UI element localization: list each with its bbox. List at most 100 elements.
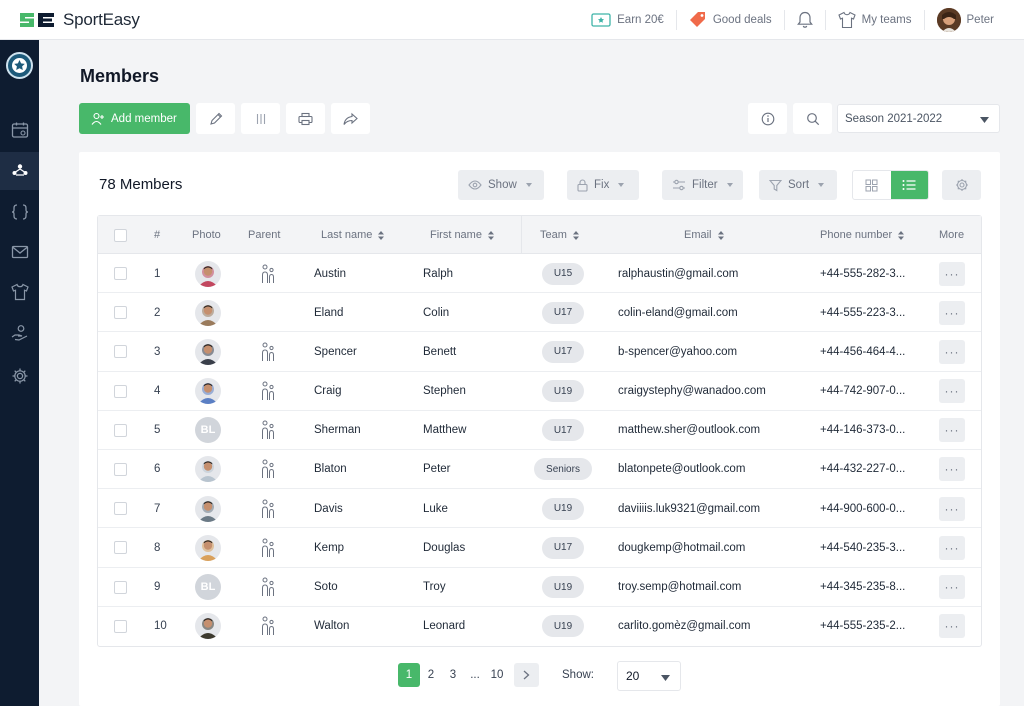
page-title: Members (80, 66, 160, 86)
edit-button[interactable] (196, 103, 235, 134)
row-checkbox[interactable] (114, 450, 127, 489)
more-options-button[interactable]: ··· (939, 379, 965, 404)
row-checkbox[interactable] (114, 332, 127, 371)
user-menu[interactable]: Peter (925, 8, 1007, 32)
row-phone: +44-742-907-0... (820, 385, 906, 398)
more-options-button[interactable]: ··· (939, 418, 965, 443)
info-button[interactable] (748, 103, 787, 134)
row-photo (195, 332, 221, 371)
my-teams-link[interactable]: My teams (826, 10, 925, 30)
club-logo[interactable] (6, 52, 33, 79)
more-options-button[interactable]: ··· (939, 339, 965, 364)
row-checkbox[interactable] (114, 607, 127, 646)
more-options-button[interactable]: ··· (939, 575, 965, 599)
page-button[interactable]: 2 (420, 663, 442, 687)
team-badge: U19 (541, 615, 585, 638)
gear-icon (955, 179, 968, 191)
row-checkbox[interactable] (114, 293, 127, 332)
table-row[interactable]: 3 Spencer Benett U17 b-spencer@yahoo.com +44-… (98, 332, 981, 372)
row-last-name: Eland (314, 306, 344, 319)
table-row[interactable]: 1 Austin Ralph U15 ralphaustin@gmail.com +44-… (98, 254, 981, 294)
sidebar-item-settings[interactable] (0, 357, 39, 395)
table-row[interactable]: 8 Kemp Douglas U17 dougkemp@hotmail.com +44-5… (98, 528, 981, 568)
col-last-name[interactable]: Last name (321, 216, 385, 254)
team-badge: U17 (541, 419, 585, 442)
show-label: Show (488, 179, 517, 191)
season-select[interactable]: Season 2021-2022 (837, 104, 1000, 133)
row-checkbox[interactable] (114, 528, 127, 567)
select-all-checkbox[interactable] (114, 216, 127, 254)
add-member-button[interactable]: Add member (79, 103, 190, 134)
page-button[interactable]: 1 (398, 663, 420, 687)
good-deals-link[interactable]: Good deals (677, 10, 785, 30)
table-row[interactable]: 4 Craig Stephen U19 craigystephy@wanadoo.com… (98, 372, 981, 411)
sort-dropdown[interactable]: Sort (759, 170, 837, 200)
row-team: U17 (534, 293, 592, 332)
row-more: ··· (939, 528, 965, 567)
table-row[interactable]: 2 Eland Colin U17 colin-eland@gmail.com +44-5… (98, 293, 981, 333)
row-checkbox[interactable] (114, 411, 127, 450)
row-team: U17 (534, 411, 592, 450)
more-options-button[interactable]: ··· (939, 496, 965, 521)
team-badge: U19 (541, 497, 585, 520)
good-deals-label: Good deals (712, 14, 772, 26)
grid-view-button[interactable] (853, 171, 891, 199)
row-parent (261, 411, 275, 450)
columns-button[interactable] (241, 103, 280, 134)
table-settings-button[interactable] (942, 170, 981, 200)
search-button[interactable] (793, 103, 832, 134)
parent-icon (261, 264, 275, 284)
table-row[interactable]: 7 Davis Luke U19 daviiiis.luk9321@gmail.com +… (98, 489, 981, 529)
row-email: dougkemp@hotmail.com (618, 541, 746, 554)
row-phone: +44-900-600-0... (820, 502, 906, 515)
col-team[interactable]: Team (540, 216, 579, 254)
table-row[interactable]: 5 BL Sherman Matthew U17 matthew.sher@outlook… (98, 411, 981, 450)
earn-link[interactable]: Earn 20€ (579, 10, 677, 30)
avatar (195, 299, 221, 326)
logo[interactable]: SportEasy (18, 10, 140, 30)
page-button[interactable]: 3 (442, 663, 464, 687)
sidebar-item-members[interactable] (0, 152, 39, 190)
next-page-button[interactable] (514, 663, 539, 687)
jersey-icon (837, 11, 856, 29)
pencil-icon (209, 112, 222, 125)
share-button[interactable] (331, 103, 370, 134)
notifications-button[interactable] (785, 10, 826, 30)
sidebar-item-tactics[interactable] (0, 193, 39, 231)
row-checkbox[interactable] (114, 372, 127, 411)
col-phone[interactable]: Phone number (820, 216, 905, 254)
row-number: 5 (154, 424, 161, 437)
add-user-icon (91, 112, 105, 126)
more-options-button[interactable]: ··· (939, 535, 965, 560)
more-options-button[interactable]: ··· (939, 614, 965, 639)
page-button[interactable]: 10 (486, 663, 508, 687)
show-dropdown[interactable]: Show (458, 170, 544, 200)
more-options-button[interactable]: ··· (939, 261, 965, 286)
row-last-name: Austin (314, 267, 346, 280)
sidebar-item-calendar[interactable] (0, 111, 39, 149)
page-size-select[interactable]: 20 (617, 661, 681, 691)
table-row[interactable]: 9 BL Soto Troy U19 troy.semp@hotmail.com +44-3… (98, 568, 981, 607)
table-row[interactable]: 6 Blaton Peter Seniors blatonpete@outlook.co… (98, 450, 981, 490)
more-options-button[interactable]: ··· (939, 457, 965, 482)
parent-icon (261, 499, 275, 519)
jersey-icon (10, 283, 29, 301)
print-button[interactable] (286, 103, 325, 134)
row-more: ··· (939, 332, 965, 371)
row-email: colin-eland@gmail.com (618, 306, 738, 319)
table-row[interactable]: 10 Walton Leonard U19 carlito.gomèz@gmail.co… (98, 607, 981, 646)
col-first-name[interactable]: First name (430, 216, 494, 254)
team-badge: U17 (541, 340, 585, 363)
col-email[interactable]: Email (684, 216, 724, 254)
row-checkbox[interactable] (114, 254, 127, 293)
row-last-name: Davis (314, 502, 343, 515)
more-options-button[interactable]: ··· (939, 300, 965, 325)
sidebar-item-messages[interactable] (0, 233, 39, 271)
list-view-button[interactable] (890, 171, 928, 199)
sidebar-item-payments[interactable] (0, 314, 39, 352)
row-checkbox[interactable] (114, 568, 127, 607)
sidebar-item-equipment[interactable] (0, 273, 39, 311)
fix-dropdown[interactable]: Fix (567, 170, 639, 200)
filter-dropdown[interactable]: Filter (662, 170, 743, 200)
row-checkbox[interactable] (114, 489, 127, 528)
